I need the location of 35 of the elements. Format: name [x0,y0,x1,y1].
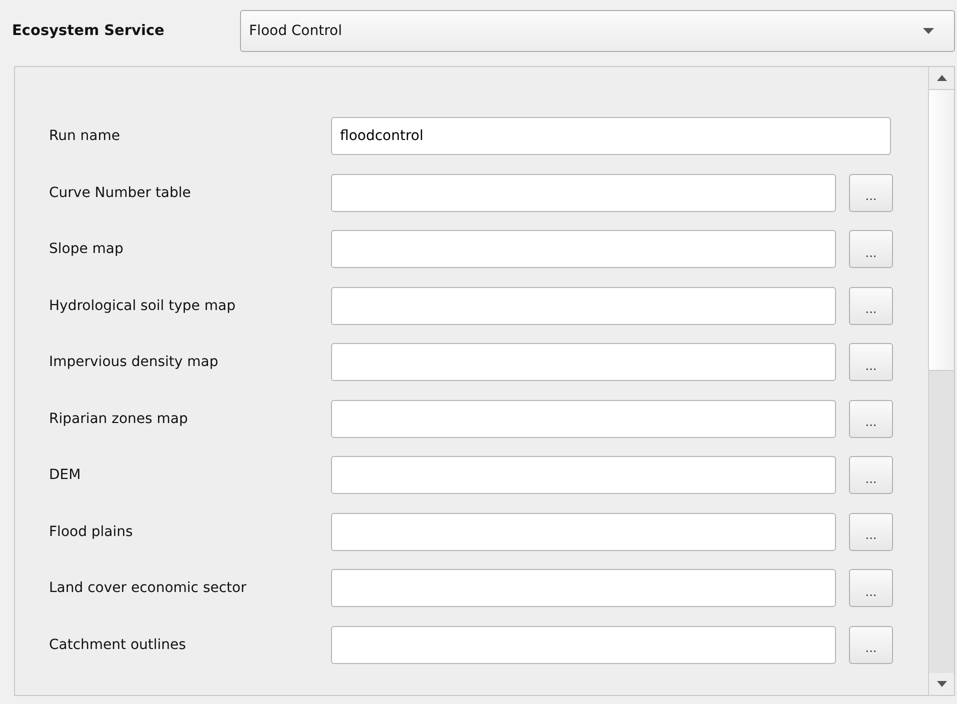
browse-button[interactable]: ... [849,512,893,551]
browse-button[interactable]: ... [849,230,893,268]
field-label: Flood plains [49,524,134,540]
input-field[interactable] [331,456,836,494]
browse-button[interactable]: ... [849,343,893,382]
browse-button[interactable]: ... [849,626,893,664]
field-label: Slope map [49,241,124,258]
scroll-down-icon[interactable] [936,681,946,687]
input-field[interactable] [331,174,836,212]
browse-button[interactable]: ... [849,400,893,438]
field-label: Catchment outlines [49,636,187,653]
input-field[interactable] [331,626,836,664]
service-dropdown[interactable]: Flood Control [240,10,955,52]
input-field[interactable] [331,512,836,551]
field-label: Impervious density map [49,354,220,370]
scrollbar[interactable] [928,67,954,695]
browse-button[interactable]: ... [849,174,893,212]
input-field[interactable] [331,286,836,325]
input-field[interactable] [331,343,836,382]
input-field[interactable] [331,400,836,438]
scroll-up-icon[interactable] [936,75,946,81]
browse-button[interactable]: ... [849,456,893,494]
input-field[interactable] [331,569,836,608]
field-label: Run name [49,128,121,144]
service-label: Ecosystem Service [12,23,166,39]
field-label: Land cover economic sector [49,580,248,596]
field-label: Hydrological soil type map [49,298,236,314]
field-label: Riparian zones map [49,410,189,427]
field-label: DEM [49,467,82,484]
input-field[interactable] [331,230,836,268]
browse-button[interactable]: ... [849,569,893,608]
caret-icon [923,28,934,34]
browse-button[interactable]: ... [849,286,893,325]
field-label: Curve Number table [49,184,192,201]
input-field[interactable]: floodcontrol [331,117,891,156]
